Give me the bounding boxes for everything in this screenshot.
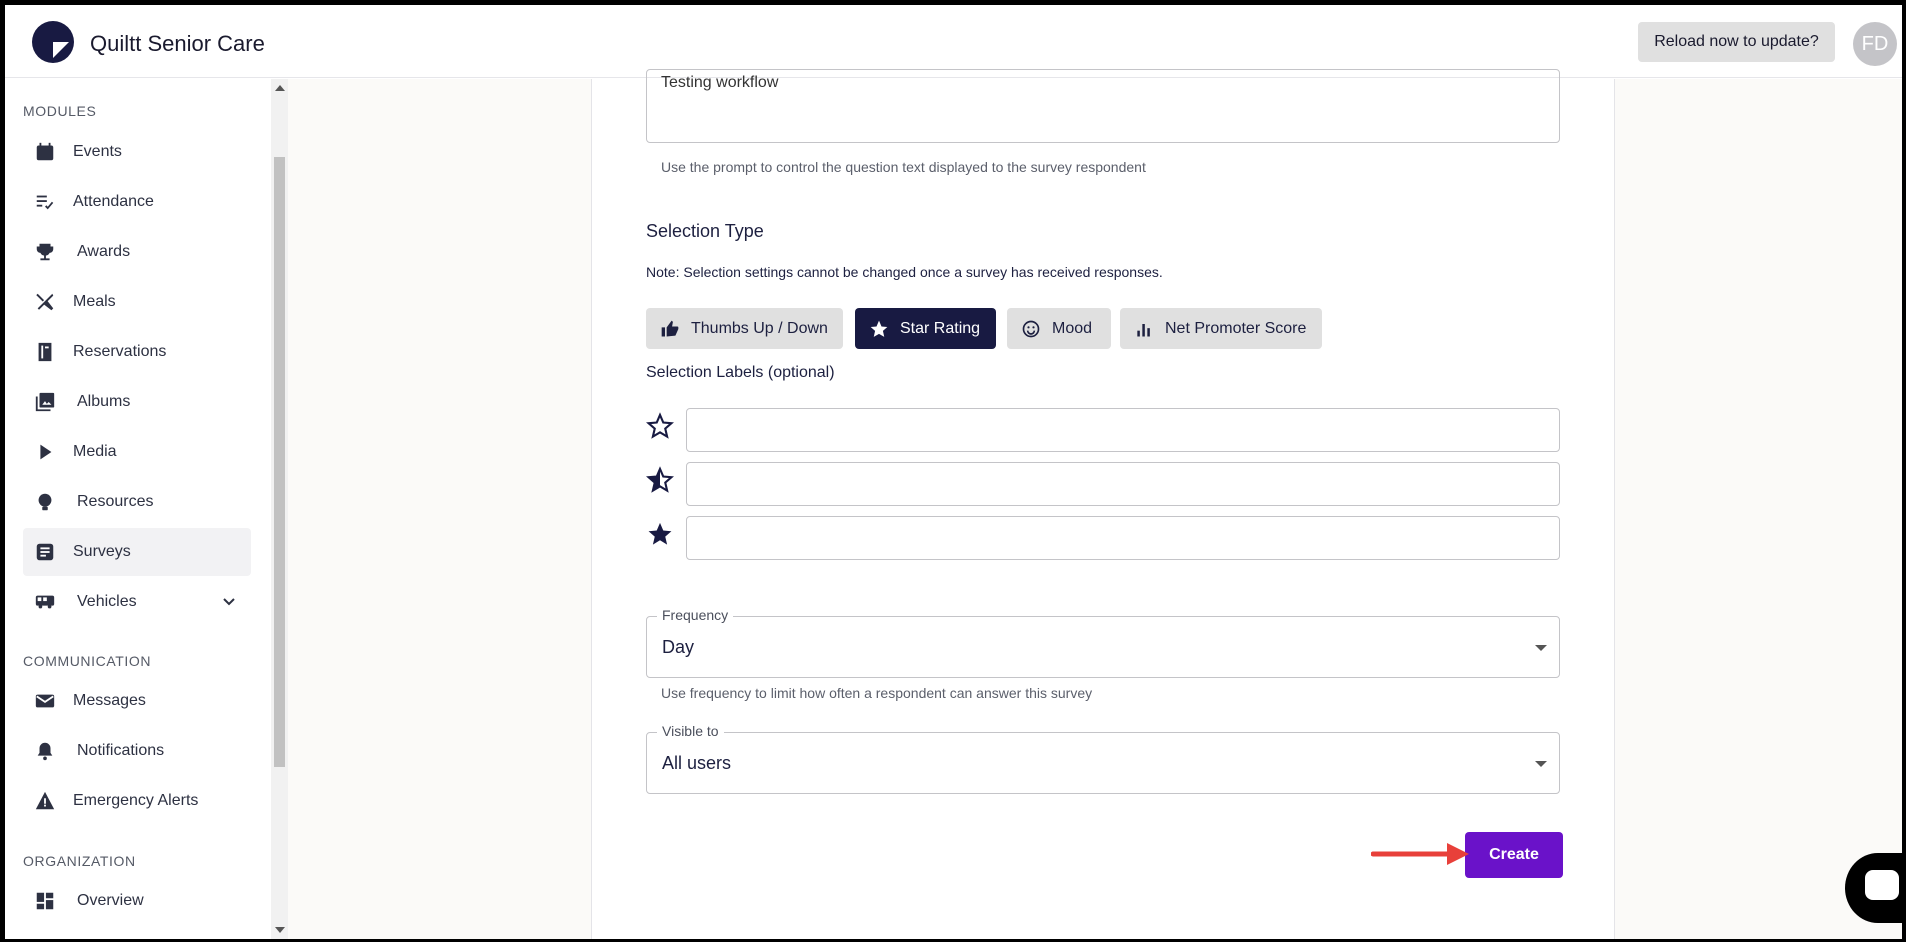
sidebar-item-label: Vehicles xyxy=(77,593,137,610)
visible-to-select[interactable]: Visible to All users xyxy=(646,723,1560,794)
annotation-arrow-icon xyxy=(1371,843,1469,865)
avatar[interactable]: FD xyxy=(1853,22,1897,66)
mood-label: Mood xyxy=(1052,319,1093,337)
prompt-field[interactable]: Testing workflow xyxy=(646,69,1560,143)
checklist-icon xyxy=(33,190,57,214)
warning-icon xyxy=(33,789,57,813)
selection-label-input-3[interactable] xyxy=(686,516,1560,560)
sidebar-item-notifications[interactable]: Notifications xyxy=(23,727,251,775)
star-icon xyxy=(868,318,890,340)
mood-button[interactable]: Mood xyxy=(1007,308,1111,349)
sidebar-item-label: Emergency Alerts xyxy=(73,792,199,809)
dashboard-icon xyxy=(33,889,57,913)
section-label-communication: COMMUNICATION xyxy=(23,653,152,669)
sidebar-item-meals[interactable]: Meals xyxy=(23,278,251,326)
section-label-modules: MODULES xyxy=(23,103,97,119)
net-promoter-score-label: Net Promoter Score xyxy=(1165,319,1307,337)
survey-form-card: Testing workflow Use the prompt to contr… xyxy=(591,69,1615,939)
sidebar-item-albums[interactable]: Albums xyxy=(23,378,251,426)
sidebar-item-emergency-alerts[interactable]: Emergency Alerts xyxy=(23,777,251,825)
chevron-down-icon[interactable] xyxy=(219,592,239,612)
scroll-up-arrow-icon[interactable] xyxy=(275,85,285,91)
selection-label-input-2[interactable] xyxy=(686,462,1560,506)
section-label-organization: ORGANIZATION xyxy=(23,853,136,869)
selection-note: Note: Selection settings cannot be chang… xyxy=(646,264,1163,280)
sidebar-item-vehicles[interactable]: Vehicles xyxy=(23,578,251,626)
sidebar-item-label: Meals xyxy=(73,293,116,310)
sidebar-item-messages[interactable]: Messages xyxy=(23,677,251,725)
scroll-down-arrow-icon[interactable] xyxy=(275,927,285,933)
mail-icon xyxy=(33,689,57,713)
bell-icon xyxy=(33,739,57,763)
sidebar-item-overview[interactable]: Overview xyxy=(23,877,251,925)
selection-label-input-1[interactable] xyxy=(686,408,1560,452)
main-content: Testing workflow Use the prompt to contr… xyxy=(288,69,1902,939)
prompt-helper-text: Use the prompt to control the question t… xyxy=(661,159,1146,175)
smiley-icon xyxy=(1020,318,1042,340)
sidebar-item-label: Messages xyxy=(73,692,146,709)
visible-to-value: All users xyxy=(662,753,732,773)
sidebar-scrollbar[interactable] xyxy=(271,79,288,939)
app-title: Quiltt Senior Care xyxy=(90,31,265,56)
utensils-icon xyxy=(33,290,57,314)
visible-to-legend: Visible to xyxy=(657,723,724,739)
dropdown-arrow-icon xyxy=(1535,761,1547,767)
top-bar: Quiltt Senior Care Reload now to update?… xyxy=(5,5,1902,78)
calendar-icon xyxy=(33,140,57,164)
thumbs-up-icon xyxy=(659,318,681,340)
scrollbar-thumb[interactable] xyxy=(274,157,285,767)
prompt-value: Testing workflow xyxy=(661,74,779,91)
sidebar-item-label: Attendance xyxy=(73,193,154,210)
sidebar-item-attendance[interactable]: Attendance xyxy=(23,178,251,226)
sidebar-item-label: Surveys xyxy=(73,543,131,560)
star-rating-button[interactable]: Star Rating xyxy=(855,308,996,349)
net-promoter-score-button[interactable]: Net Promoter Score xyxy=(1120,308,1322,349)
sidebar-item-media[interactable]: Media xyxy=(23,428,251,476)
sidebar-item-label: Overview xyxy=(77,892,144,909)
sidebar-item-events[interactable]: Events xyxy=(23,128,251,176)
chat-widget-button[interactable] xyxy=(1845,853,1902,923)
bus-icon xyxy=(33,590,57,614)
sidebar-item-label: Awards xyxy=(77,243,131,260)
sidebar-item-label: Media xyxy=(73,443,117,460)
sidebar-item-label: Notifications xyxy=(77,742,165,759)
sidebar-item-surveys[interactable]: Surveys xyxy=(23,528,251,576)
book-icon xyxy=(33,340,57,364)
star-rating-label: Star Rating xyxy=(900,319,981,337)
sidebar-item-label: Events xyxy=(73,143,122,160)
bar-chart-icon xyxy=(1133,318,1155,340)
photo-library-icon xyxy=(33,390,57,414)
play-icon xyxy=(33,440,57,464)
frequency-legend: Frequency xyxy=(657,607,734,623)
lightbulb-icon xyxy=(33,490,57,514)
chat-icon xyxy=(1865,870,1899,900)
star-filled-icon xyxy=(648,522,672,545)
star-outline-icon xyxy=(646,412,674,439)
sidebar-item-label: Resources xyxy=(77,493,154,510)
sidebar-item-reservations[interactable]: Reservations xyxy=(23,328,251,376)
app-window: Quiltt Senior Care Reload now to update?… xyxy=(5,5,1902,939)
thumbs-up-down-button[interactable]: Thumbs Up / Down xyxy=(646,308,843,349)
reload-button[interactable]: Reload now to update? xyxy=(1638,22,1835,62)
sidebar-item-label: Albums xyxy=(77,393,131,410)
sidebar-item-label: Reservations xyxy=(73,343,167,360)
create-button[interactable]: Create xyxy=(1465,832,1563,878)
sidebar-item-awards[interactable]: Awards xyxy=(23,228,251,276)
selection-type-heading: Selection Type xyxy=(646,221,764,241)
selection-labels-heading: Selection Labels (optional) xyxy=(646,364,835,381)
trophy-icon xyxy=(33,240,57,264)
thumbs-up-down-label: Thumbs Up / Down xyxy=(691,319,828,337)
frequency-helper-text: Use frequency to limit how often a respo… xyxy=(661,685,1093,701)
frequency-value: Day xyxy=(662,637,695,657)
survey-icon xyxy=(33,540,57,564)
star-half-icon xyxy=(646,466,674,493)
sidebar: MODULES Events Attendance Awards Meals R… xyxy=(5,79,271,939)
quiltt-logo-icon[interactable] xyxy=(32,21,74,63)
sidebar-item-resources[interactable]: Resources xyxy=(23,478,251,526)
frequency-select[interactable]: Frequency Day xyxy=(646,607,1560,678)
dropdown-arrow-icon xyxy=(1535,645,1547,651)
